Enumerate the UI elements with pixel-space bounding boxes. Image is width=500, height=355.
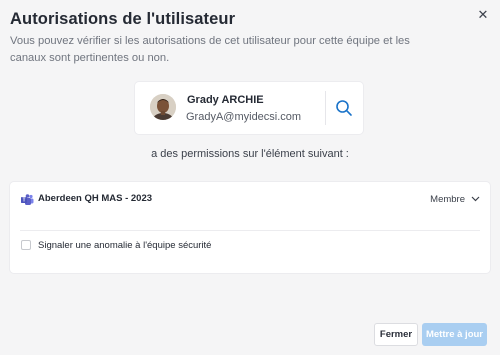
card-divider (325, 91, 326, 125)
divider (20, 230, 480, 231)
user-permissions-dialog: Autorisations de l'utilisateur ✕ Vous po… (0, 0, 500, 355)
teams-icon: T (21, 193, 34, 205)
svg-text:T: T (22, 198, 25, 204)
user-email: GradyA@myidecsi.com (186, 111, 302, 123)
search-icon (336, 100, 352, 116)
role-select[interactable]: Membre (430, 192, 480, 206)
chevron-down-icon (471, 196, 480, 202)
permission-card: T Aberdeen QH MAS - 2023 Membre Signaler… (10, 182, 490, 273)
role-value: Membre (430, 193, 465, 205)
close-button[interactable]: Fermer (374, 323, 418, 346)
user-card: Grady ARCHIE GradyA@myidecsi.com (135, 82, 363, 134)
report-anomaly-checkbox[interactable] (21, 240, 31, 250)
permissions-subtitle: a des permissions sur l'élément suivant … (151, 148, 349, 160)
update-button[interactable]: Mettre à jour (422, 323, 487, 346)
user-name: Grady ARCHIE (187, 94, 264, 106)
avatar (150, 94, 176, 120)
dialog-description: Vous pouvez vérifier si les autorisation… (10, 35, 410, 64)
close-icon[interactable]: ✕ (476, 8, 490, 22)
search-button[interactable] (332, 96, 356, 120)
report-anomaly-label: Signaler une anomalie à l'équipe sécurit… (38, 240, 212, 251)
dialog-title: Autorisations de l'utilisateur (10, 10, 236, 28)
team-name: Aberdeen QH MAS - 2023 (38, 193, 153, 204)
